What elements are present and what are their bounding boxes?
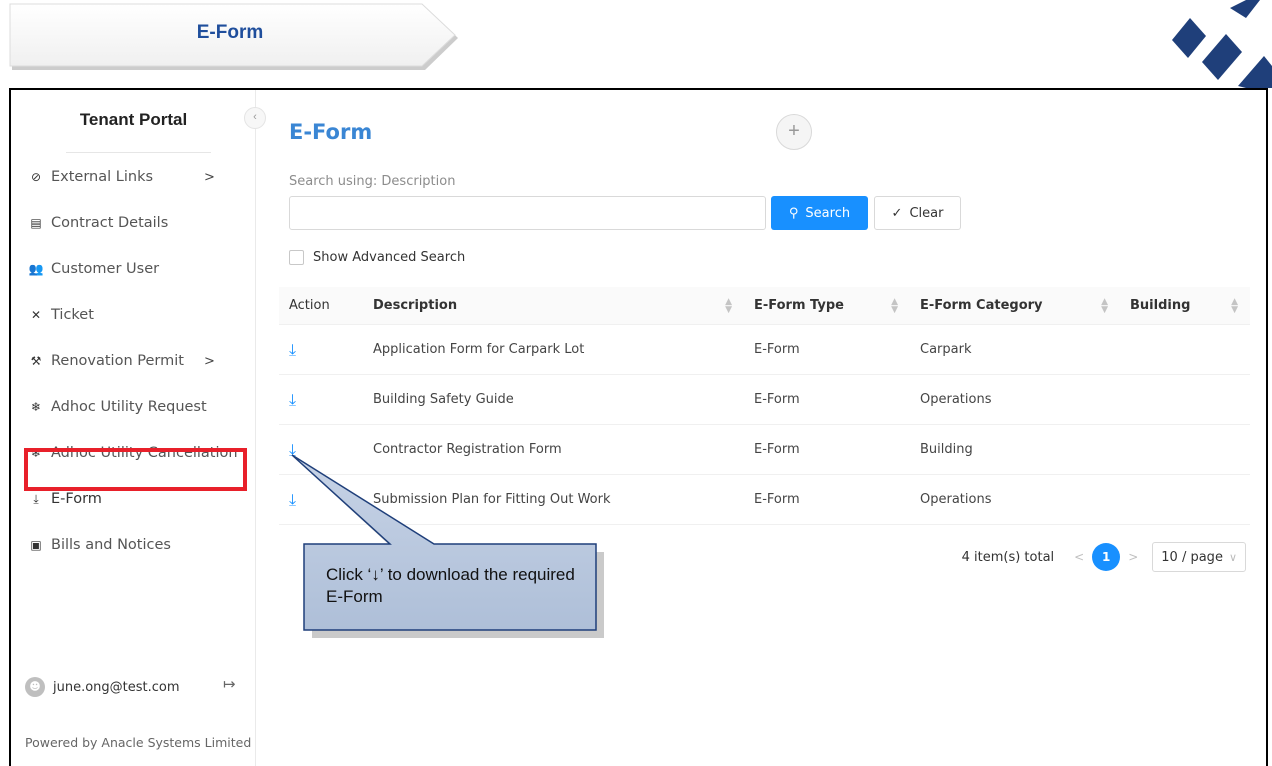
main-content: E-Form + Search using: Description ⚲ Sea… — [256, 90, 1266, 766]
search-input[interactable] — [289, 196, 766, 230]
page-title: E-Form — [289, 120, 373, 144]
sidebar-item-label: Renovation Permit — [51, 353, 184, 369]
sidebar-item-label: Ticket — [51, 307, 94, 323]
column-header-category[interactable]: E-Form Category ▲ ▼ — [910, 287, 1120, 325]
eform-table: Action Description ▲ ▼ E-Form Type ▲ ▼ E-For… — [279, 287, 1250, 525]
broom-icon: ✓ — [891, 205, 903, 221]
pagination: 4 item(s) total < 1 > 10 / page ∨ — [962, 542, 1246, 572]
prev-page-icon[interactable]: < — [1074, 550, 1084, 564]
search-icon: ⚲ — [788, 205, 799, 221]
chevron-down-icon: ∨ — [1228, 550, 1237, 564]
clear-button[interactable]: ✓ Clear — [874, 196, 961, 230]
advanced-search-toggle[interactable]: Show Advanced Search — [289, 250, 465, 265]
sidebar-menu: ⊘ External Links > ▤ Contract Details 👥 … — [11, 154, 256, 568]
chevron-right-icon: > — [204, 353, 215, 369]
sidebar-item-label: Adhoc Utility Request — [51, 399, 207, 415]
user-info: ☻ june.ong@test.com ↦ — [25, 675, 245, 699]
utility-icon: ❄ — [30, 400, 42, 414]
sort-icon[interactable]: ▲ ▼ — [1101, 297, 1108, 314]
column-header-label: Action — [289, 298, 330, 313]
banner-title: E-Form — [196, 22, 264, 43]
column-header-label: Description — [373, 298, 458, 313]
sidebar-item-bills-and-notices[interactable]: ▣ Bills and Notices — [11, 522, 256, 568]
cell-description: Submission Plan for Fitting Out Work — [373, 492, 611, 507]
page-size-select[interactable]: 10 / page ∨ — [1152, 542, 1246, 572]
clear-button-label: Clear — [909, 205, 944, 221]
app-window: Tenant Portal ‹ ⊘ External Links > ▤ Con… — [9, 88, 1268, 766]
users-icon: 👥 — [28, 262, 44, 276]
cell-type: E-Form — [754, 342, 800, 357]
column-header-type[interactable]: E-Form Type ▲ ▼ — [744, 287, 910, 325]
table-header: Action Description ▲ ▼ E-Form Type ▲ ▼ E-For… — [279, 287, 1250, 325]
table-row: ⤓ Building Safety Guide E-Form Operation… — [279, 375, 1250, 425]
sidebar-item-label: Bills and Notices — [51, 537, 171, 553]
cell-description: Application Form for Carpark Lot — [373, 342, 585, 357]
sort-icon[interactable]: ▲ ▼ — [1231, 297, 1238, 314]
cell-category: Operations — [920, 392, 992, 407]
download-icon: ⤓ — [33, 491, 39, 506]
brand-divider — [66, 152, 211, 153]
page-size-value: 10 / page — [1161, 549, 1223, 565]
sidebar-item-label: External Links — [51, 169, 154, 185]
active-item-highlight — [24, 448, 247, 491]
sort-icon[interactable]: ▲ ▼ — [891, 297, 898, 314]
sidebar-item-label: Customer User — [51, 261, 160, 277]
download-icon[interactable]: ⤓ — [289, 340, 296, 360]
next-page-icon[interactable]: > — [1128, 550, 1138, 564]
column-header-label: E-Form Type — [754, 298, 844, 313]
column-header-description[interactable]: Description ▲ ▼ — [363, 287, 744, 325]
cell-category: Building — [920, 442, 973, 457]
logout-icon[interactable]: ↦ — [223, 675, 236, 693]
sidebar: Tenant Portal ‹ ⊘ External Links > ▤ Con… — [11, 90, 266, 766]
cell-type: E-Form — [754, 442, 800, 457]
advanced-search-label: Show Advanced Search — [313, 250, 466, 265]
company-logo — [1172, 0, 1272, 88]
column-header-label: Building — [1130, 298, 1191, 313]
section-banner: E-Form — [0, 0, 470, 74]
add-button[interactable]: + — [776, 114, 812, 150]
table-row: ⤓ Submission Plan for Fitting Out Work E… — [279, 475, 1250, 525]
search-button[interactable]: ⚲ Search — [771, 196, 868, 230]
cell-description: Contractor Registration Form — [373, 442, 562, 457]
cell-type: E-Form — [754, 392, 800, 407]
table-row: ⤓ Application Form for Carpark Lot E-For… — [279, 325, 1250, 375]
download-icon[interactable]: ⤓ — [289, 390, 296, 410]
sidebar-item-contract-details[interactable]: ▤ Contract Details — [11, 200, 256, 246]
powered-by: Powered by Anacle Systems Limited — [25, 735, 252, 750]
collapse-sidebar-icon[interactable]: ‹ — [244, 107, 266, 129]
cell-type: E-Form — [754, 492, 800, 507]
sidebar-item-customer-user[interactable]: 👥 Customer User — [11, 246, 256, 292]
sort-icon[interactable]: ▲ ▼ — [725, 297, 732, 314]
download-icon[interactable]: ⤓ — [289, 440, 296, 460]
user-avatar-icon: ☻ — [25, 677, 45, 697]
cell-category: Carpark — [920, 342, 972, 357]
page-1-button[interactable]: 1 — [1092, 543, 1121, 571]
tools-icon: ✕ — [30, 308, 42, 322]
search-button-label: Search — [805, 205, 851, 221]
chevron-right-icon: > — [204, 169, 215, 185]
sidebar-item-label: Contract Details — [51, 215, 169, 231]
pagination-total: 4 item(s) total — [961, 549, 1055, 565]
column-header-label: E-Form Category — [920, 298, 1043, 313]
callout-text: Click ‘↓’ to download the required E-For… — [326, 565, 575, 606]
advanced-search-checkbox[interactable] — [289, 250, 304, 265]
renovation-icon: ⚒ — [30, 354, 42, 368]
column-header-action: Action — [279, 287, 363, 325]
sidebar-item-ticket[interactable]: ✕ Ticket — [11, 292, 256, 338]
cell-category: Operations — [920, 492, 992, 507]
sidebar-item-renovation-permit[interactable]: ⚒ Renovation Permit > — [11, 338, 256, 384]
sidebar-item-adhoc-utility-request[interactable]: ❄ Adhoc Utility Request — [11, 384, 256, 430]
sidebar-brand: Tenant Portal — [79, 110, 188, 129]
column-header-building[interactable]: Building ▲ ▼ — [1120, 287, 1250, 325]
sidebar-item-label: E-Form — [51, 491, 102, 507]
sidebar-item-external-links[interactable]: ⊘ External Links > — [11, 154, 256, 200]
contract-icon: ▤ — [30, 216, 42, 230]
table-row: ⤓ Contractor Registration Form E-Form Bu… — [279, 425, 1250, 475]
bill-icon: ▣ — [30, 538, 42, 552]
download-icon[interactable]: ⤓ — [289, 490, 296, 510]
search-label: Search using: Description — [289, 174, 456, 189]
user-email: june.ong@test.com — [53, 679, 180, 695]
cell-description: Building Safety Guide — [373, 392, 514, 407]
external-links-icon: ⊘ — [30, 170, 42, 184]
